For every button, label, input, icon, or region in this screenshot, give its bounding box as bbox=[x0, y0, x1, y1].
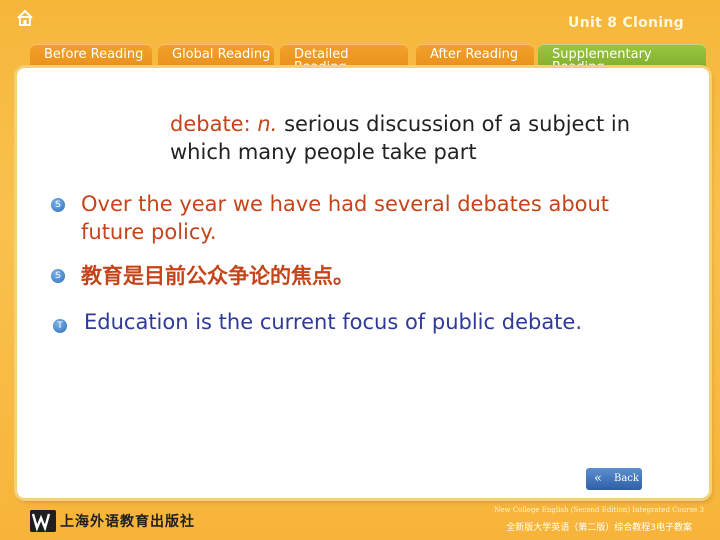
word-definition: debate: n. serious discussion of a subje… bbox=[170, 110, 690, 166]
speaker-s-icon: S bbox=[51, 269, 65, 283]
part-of-speech: n. bbox=[257, 112, 278, 136]
tab-label: Before Reading bbox=[44, 47, 144, 62]
speaker-s-icon: S bbox=[51, 198, 65, 212]
speaker-t-icon: T bbox=[53, 319, 67, 333]
back-button[interactable]: « Back bbox=[586, 468, 642, 490]
publisher-name: 上海外语教育出版社 bbox=[60, 514, 195, 530]
unit-title: Unit 8 Cloning bbox=[568, 15, 684, 31]
translation-sentence-en: Education is the current focus of public… bbox=[84, 310, 583, 334]
content-panel: debate: n. serious discussion of a subje… bbox=[17, 68, 709, 498]
publisher-logo-icon bbox=[30, 510, 56, 532]
example-sentence-en: Over the year we have had several debate… bbox=[81, 192, 610, 244]
double-chevron-left-icon: « bbox=[594, 471, 602, 486]
course-title-cn: 全新版大学英语（第二版）综合教程3电子教案 bbox=[506, 523, 692, 533]
example-sentence-cn: 教育是目前公众争论的焦点。 bbox=[81, 264, 354, 288]
vocab-word: debate: bbox=[170, 112, 251, 136]
home-icon[interactable] bbox=[16, 9, 34, 27]
course-title-en: New College English (Second Edition) Int… bbox=[494, 506, 704, 514]
footer: 上海外语教育出版社 New College English (Second Ed… bbox=[0, 500, 720, 540]
tab-label: After Reading bbox=[430, 47, 519, 62]
top-bar: Unit 8 Cloning bbox=[0, 0, 720, 42]
back-label: Back bbox=[614, 473, 639, 484]
tab-label: Global Reading bbox=[172, 47, 271, 62]
